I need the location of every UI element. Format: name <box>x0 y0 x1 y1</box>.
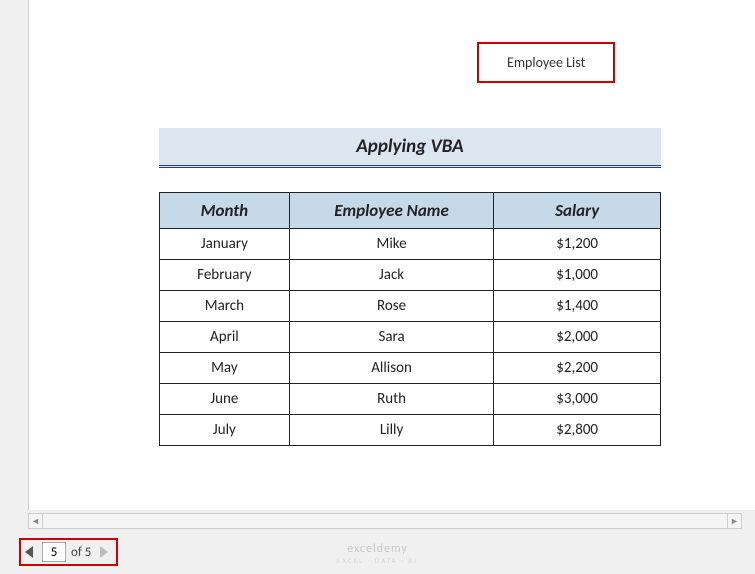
cell-salary: $2,200 <box>494 353 661 384</box>
table-row: July Lilly $2,800 <box>160 415 661 446</box>
col-salary: Salary <box>494 193 661 229</box>
prev-page-icon[interactable] <box>23 543 37 561</box>
cell-month: April <box>160 322 290 353</box>
cell-salary: $1,400 <box>494 291 661 322</box>
table-row: April Sara $2,000 <box>160 322 661 353</box>
horizontal-scrollbar[interactable]: ◄ ► <box>28 513 742 529</box>
footer-bar: of 5 exceldemy EXCEL · DATA · BI <box>0 532 755 574</box>
title-row: Applying VBA <box>159 128 661 168</box>
cell-month: June <box>160 384 290 415</box>
scroll-left-icon[interactable]: ◄ <box>29 514 43 528</box>
cell-month: July <box>160 415 290 446</box>
next-page-icon[interactable] <box>96 543 110 561</box>
page-number-input[interactable] <box>42 542 66 562</box>
watermark-sub: EXCEL · DATA · BI <box>337 556 418 565</box>
table-row: February Jack $1,000 <box>160 260 661 291</box>
table-row: June Ruth $3,000 <box>160 384 661 415</box>
cell-employee: Rose <box>289 291 494 322</box>
col-month: Month <box>160 193 290 229</box>
cell-salary: $2,800 <box>494 415 661 446</box>
data-table: Month Employee Name Salary January Mike … <box>159 192 661 446</box>
cell-salary: $1,000 <box>494 260 661 291</box>
page-navigation: of 5 <box>19 538 118 566</box>
cell-month: March <box>160 291 290 322</box>
table-row: May Allison $2,200 <box>160 353 661 384</box>
page-total-label: of 5 <box>71 545 91 560</box>
page-preview: Employee List Applying VBA Month Employe… <box>28 0 755 510</box>
cell-employee: Lilly <box>289 415 494 446</box>
cell-month: February <box>160 260 290 291</box>
cell-employee: Jack <box>289 260 494 291</box>
header-label: Employee List <box>477 42 615 83</box>
cell-salary: $2,000 <box>494 322 661 353</box>
page-title: Applying VBA <box>159 128 661 168</box>
scroll-right-icon[interactable]: ► <box>727 514 741 528</box>
col-employee: Employee Name <box>289 193 494 229</box>
table-row: January Mike $1,200 <box>160 229 661 260</box>
watermark: exceldemy EXCEL · DATA · BI <box>337 542 418 565</box>
cell-month: January <box>160 229 290 260</box>
cell-employee: Allison <box>289 353 494 384</box>
table-row: March Rose $1,400 <box>160 291 661 322</box>
watermark-main: exceldemy <box>337 542 418 556</box>
cell-month: May <box>160 353 290 384</box>
cell-salary: $3,000 <box>494 384 661 415</box>
cell-employee: Sara <box>289 322 494 353</box>
cell-employee: Mike <box>289 229 494 260</box>
table-header-row: Month Employee Name Salary <box>160 193 661 229</box>
cell-employee: Ruth <box>289 384 494 415</box>
cell-salary: $1,200 <box>494 229 661 260</box>
